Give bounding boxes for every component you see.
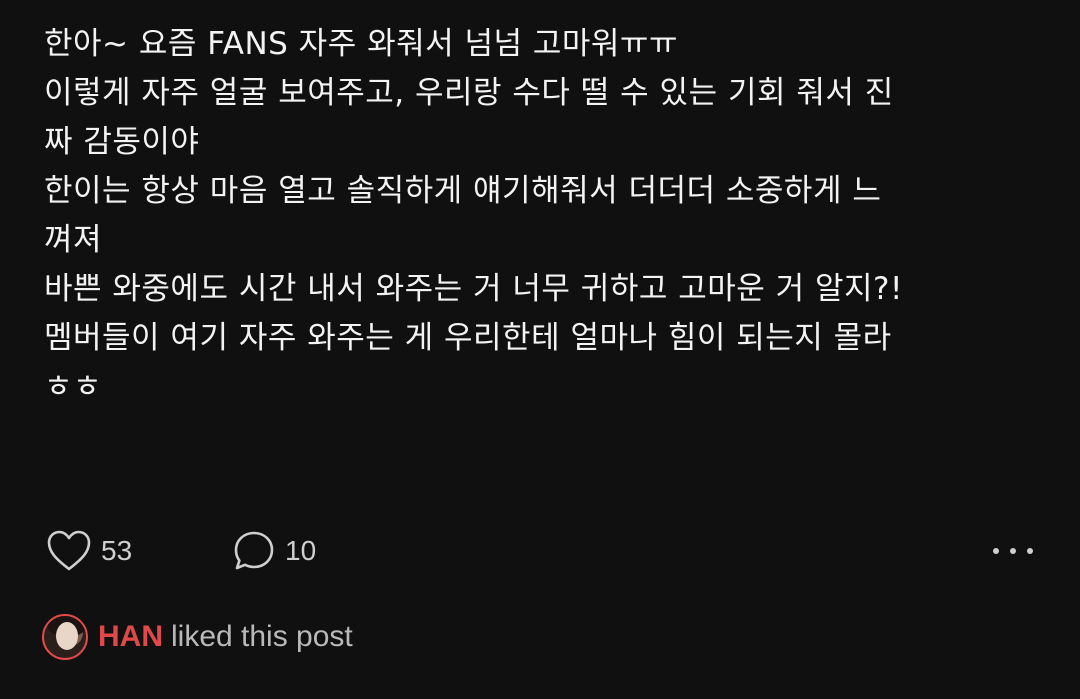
speech-bubble-icon: [232, 529, 276, 573]
post-text-line: 껴져: [44, 222, 103, 258]
heart-icon: [46, 529, 92, 573]
more-options-button[interactable]: [990, 528, 1036, 574]
avatar-face-shape: [56, 622, 78, 650]
post-text-line: 한아~ 요즘 FANS 자주 와줘서 넘넘 고마워ㅠㅠ: [44, 26, 678, 62]
avatar[interactable]: [42, 614, 88, 660]
post-actions: 53 10: [46, 528, 1036, 574]
liked-by-row[interactable]: HAN liked this post: [42, 612, 353, 662]
post-body: 한아~ 요즘 FANS 자주 와줘서 넘넘 고마워ㅠㅠ 이렇게 자주 얼굴 보여…: [44, 20, 1044, 412]
post-card: 한아~ 요즘 FANS 자주 와줘서 넘넘 고마워ㅠㅠ 이렇게 자주 얼굴 보여…: [0, 0, 1080, 699]
more-dots-icon: [990, 541, 1036, 561]
like-count: 53: [101, 535, 133, 566]
reply-button[interactable]: 10: [232, 528, 316, 574]
liked-by-text: HAN liked this post: [98, 620, 353, 654]
post-text-line: 짜 감동이야: [44, 124, 200, 160]
like-button[interactable]: 53: [46, 528, 132, 574]
post-text-line: 이렇게 자주 얼굴 보여주고, 우리랑 수다 떨 수 있는 기회 줘서 진: [44, 75, 894, 111]
post-text-line: 바쁜 와중에도 시간 내서 와주는 거 너무 귀하고 고마운 거 알지?!: [44, 271, 903, 307]
liker-name[interactable]: HAN: [98, 620, 163, 653]
reply-count: 10: [285, 535, 317, 566]
post-text-line: 한이는 항상 마음 열고 솔직하게 얘기해줘서 더더더 소중하게 느: [44, 173, 882, 209]
liked-suffix: liked this post: [171, 620, 353, 653]
post-text-line: ㅎㅎ: [44, 369, 103, 405]
post-text-line: 멤버들이 여기 자주 와주는 게 우리한테 얼마나 힘이 되는지 몰라: [44, 320, 892, 356]
